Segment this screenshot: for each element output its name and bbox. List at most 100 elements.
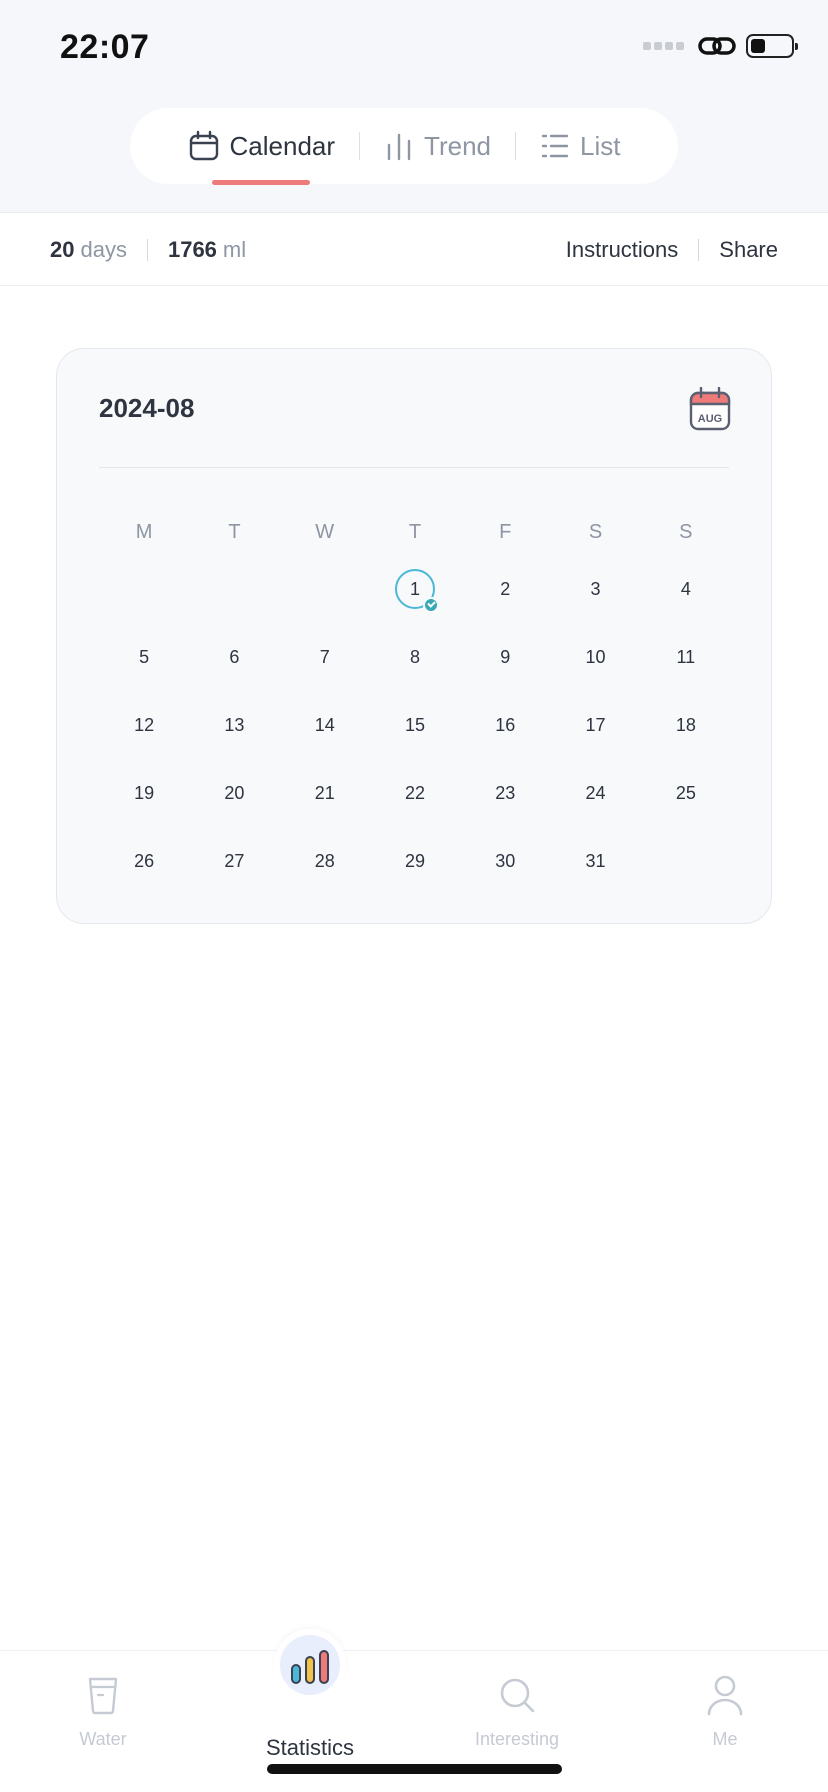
day-number: 7 [319, 646, 330, 667]
calendar-day[interactable]: 17 [550, 705, 640, 745]
day-number: 15 [404, 714, 425, 735]
week-row: 26 27 28 29 30 31 [99, 827, 731, 895]
day-number: 1 [394, 569, 439, 613]
calendar-day[interactable]: 22 [370, 773, 460, 813]
weekday-label: T [408, 520, 422, 543]
day-number: 28 [314, 850, 335, 871]
actions-divider [698, 238, 700, 261]
calendar-day[interactable]: 12 [99, 705, 189, 745]
calendar-day[interactable]: 26 [99, 841, 189, 881]
calendar-day[interactable]: 23 [460, 773, 550, 813]
calendar-grid: M T W T F S S 1 2 3 4 5 6 7 8 9 10 11 12 13 14 15 16 17 1… [99, 509, 731, 895]
day-number: 24 [585, 782, 606, 803]
calendar-day[interactable]: 21 [280, 773, 370, 813]
days-count: 20 [50, 236, 75, 262]
calendar-day[interactable]: 9 [460, 637, 550, 677]
weekday-label: F [499, 520, 512, 543]
calendar-day[interactable]: 29 [370, 841, 460, 881]
calendar-day[interactable]: 2 [460, 569, 550, 609]
day-number: 6 [229, 646, 240, 667]
tab-list-label: List [580, 130, 621, 161]
instructions-link[interactable]: Instructions [566, 237, 679, 263]
nav-water-label: Water [79, 1729, 127, 1749]
status-icons [643, 34, 798, 58]
weekday-label: S [588, 520, 603, 543]
day-number: 29 [404, 850, 425, 871]
view-switcher: Calendar Trend List [130, 108, 678, 184]
calendar-day[interactable]: 4 [641, 569, 731, 609]
calendar-day[interactable]: 7 [280, 637, 370, 677]
calendar-day[interactable]: 14 [280, 705, 370, 745]
calendar-day[interactable]: 8 [370, 637, 460, 677]
calendar-day[interactable]: 6 [189, 637, 279, 677]
calendar-day[interactable]: 3 [550, 569, 640, 609]
calendar-day[interactable]: 25 [641, 773, 731, 813]
day-number: 18 [675, 714, 696, 735]
calendar-icon [189, 130, 218, 161]
calendar-day[interactable]: 16 [460, 705, 550, 745]
stats-summary: 20 days 1766 ml [50, 237, 246, 263]
calendar-day[interactable]: 31 [550, 841, 640, 881]
calendar-day[interactable]: 10 [550, 637, 640, 677]
weekday-label: M [135, 520, 153, 543]
day-number: 27 [224, 850, 245, 871]
day-number: 21 [314, 782, 335, 803]
calendar-month-title: 2024-08 [99, 393, 195, 423]
calendar-day[interactable]: 30 [460, 841, 550, 881]
tab-calendar[interactable]: Calendar [164, 108, 360, 184]
calendar-day[interactable]: 15 [370, 705, 460, 745]
link-icon [698, 37, 736, 55]
bar-chart-icon [387, 133, 411, 161]
calendar-day[interactable]: 28 [280, 841, 370, 881]
calendar-day[interactable]: 20 [189, 773, 279, 813]
day-number: 22 [404, 782, 425, 803]
day-number: 26 [134, 850, 155, 871]
day-number: 31 [585, 850, 606, 871]
day-number: 23 [495, 782, 516, 803]
day-number: 4 [680, 578, 691, 599]
day-number: 9 [500, 646, 511, 667]
tab-trend-label: Trend [424, 130, 491, 161]
weekday-label: W [315, 520, 335, 543]
nav-interesting[interactable]: Interesting [442, 1651, 592, 1771]
calendar-day[interactable]: 24 [550, 773, 640, 813]
calendar-day[interactable]: 18 [641, 705, 731, 745]
search-icon [500, 1678, 535, 1713]
calendar-card: 2024-08 AUG M T W T F S S 1 2 3 4 5 6 7 8 9 10 11 1… [56, 348, 772, 924]
calendar-day[interactable]: 1 [370, 569, 460, 613]
battery-icon [746, 34, 798, 58]
tab-trend[interactable]: Trend [360, 108, 515, 184]
day-number: 5 [139, 646, 150, 667]
day-number: 12 [134, 714, 155, 735]
day-number: 14 [314, 714, 335, 735]
calendar-day[interactable]: 27 [189, 841, 279, 881]
calendar-day[interactable]: 19 [99, 773, 189, 813]
day-number: 20 [224, 782, 245, 803]
day-number: 3 [590, 578, 601, 599]
calendar-weeks: 1 2 3 4 5 6 7 8 9 10 11 12 13 14 15 16 17 18 19 20 21 22 23 24 2… [99, 555, 731, 895]
volume-unit: ml [222, 236, 247, 262]
calendar-day[interactable]: 13 [189, 705, 279, 745]
days-unit: days [80, 236, 127, 262]
share-link[interactable]: Share [719, 237, 778, 263]
calendar-day[interactable]: 11 [641, 637, 731, 677]
weekday-header: M T W T F S S [99, 509, 731, 555]
day-number: 30 [495, 850, 516, 871]
month-picker-icon[interactable]: AUG [689, 387, 731, 431]
stats-divider [146, 238, 148, 261]
calendar-divider [99, 467, 729, 468]
nav-statistics[interactable]: Statistics [235, 1651, 385, 1771]
week-row: 1 2 3 4 [99, 555, 731, 623]
week-row: 12 13 14 15 16 17 18 [99, 691, 731, 759]
statistics-screen: 22:07 Calendar Trend List 20 days 1766 m… [0, 0, 828, 1792]
calendar-day[interactable]: 5 [99, 637, 189, 677]
nav-me[interactable]: Me [650, 1651, 800, 1771]
day-number: 16 [495, 714, 516, 735]
list-icon [541, 134, 569, 158]
nav-water[interactable]: Water [28, 1651, 178, 1771]
nav-interesting-label: Interesting [474, 1729, 560, 1749]
day-number: 25 [675, 782, 696, 803]
status-time: 22:07 [60, 28, 150, 66]
weekday-label: S [679, 520, 693, 543]
tab-list[interactable]: List [516, 108, 644, 184]
